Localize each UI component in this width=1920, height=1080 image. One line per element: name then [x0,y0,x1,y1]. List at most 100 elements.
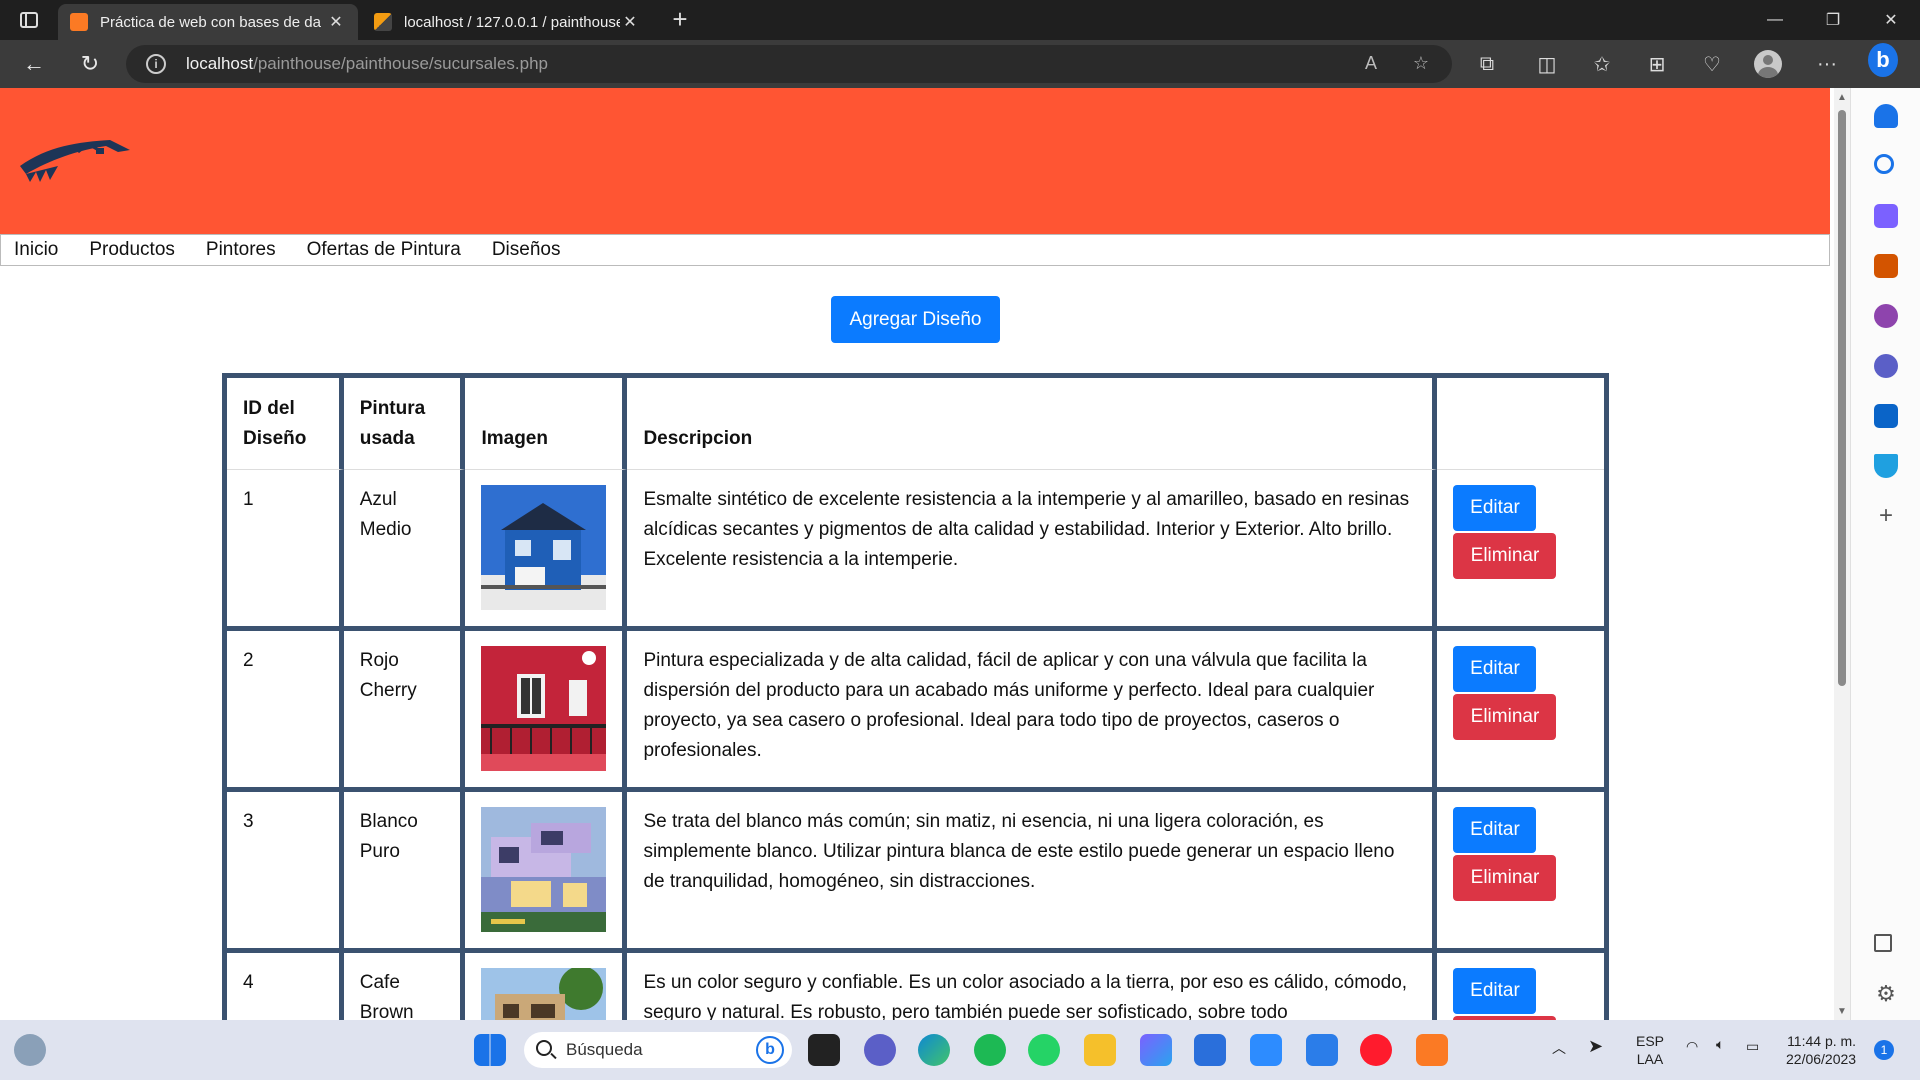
page-scrollbar[interactable]: ▲ ▼ [1834,88,1850,1020]
taskbar-search[interactable]: Búsqueda b [524,1032,792,1068]
address-bar[interactable]: i localhost/painthouse/painthouse/sucurs… [126,45,1452,83]
delete-button[interactable]: Eliminar [1453,694,1557,740]
search-icon[interactable] [1874,154,1894,174]
bing-copilot-icon[interactable]: b [1868,43,1898,77]
read-aloud-icon[interactable]: A [1358,53,1384,75]
clock[interactable]: 11:44 p. m. 22/06/2023 [1786,1032,1856,1068]
edge-browser-icon[interactable] [918,1034,950,1066]
table-row: 2 Rojo Cherry Pintura especializada y de… [227,631,1604,792]
back-icon[interactable]: ← [18,49,50,79]
notification-badge[interactable]: 1 [1874,1040,1894,1060]
language-code: ESP [1636,1033,1665,1049]
favorites-icon[interactable]: ✩ [1587,50,1617,78]
close-tab-icon[interactable]: ✕ [326,12,346,32]
cell-paint: Rojo Cherry [343,631,466,792]
start-windows-icon[interactable] [474,1034,506,1066]
maximize-icon[interactable]: ❐ [1804,0,1862,40]
profile-avatar[interactable] [1753,50,1783,78]
wifi-icon[interactable]: ◠ [1686,1038,1698,1055]
microsoft365-icon[interactable] [1874,354,1898,378]
collections-icon[interactable]: ⊞ [1642,50,1672,78]
tab-title: Práctica de web con bases de da [100,13,321,31]
browser-tab-active[interactable]: Práctica de web con bases de da ✕ [58,4,358,40]
browser-tab-bar: Práctica de web con bases de da ✕ localh… [0,0,1920,40]
notifications-bell-icon[interactable] [1874,104,1898,128]
volume-icon[interactable]: 🔈︎ [1716,1036,1724,1053]
settings-gear-icon[interactable]: ⚙ [1874,982,1898,1006]
close-window-icon[interactable]: ✕ [1862,0,1920,40]
tray-chevron-icon[interactable]: ︿ [1552,1038,1566,1058]
header-banner [0,88,1830,234]
sidebar-layout-icon[interactable] [1874,934,1892,952]
house-brown-image [481,968,607,1020]
add-design-button[interactable]: Agregar Diseño [831,296,1000,343]
delete-button[interactable]: Eliminar [1453,855,1557,901]
location-icon[interactable]: ➤ [1588,1036,1603,1057]
nav-inicio[interactable]: Inicio [14,239,58,261]
edit-button[interactable]: Editar [1453,485,1537,531]
cell-description: Es un color seguro y confiable. Es un co… [627,953,1438,1020]
edit-button[interactable]: Editar [1453,968,1537,1014]
header-description: Descripcion [627,378,1438,470]
xampp-icon[interactable] [1416,1034,1448,1066]
cell-id: 1 [227,470,344,631]
browser-tab-inactive[interactable]: localhost / 127.0.0.1 / painthouse ✕ [362,4,652,40]
cell-actions: Editar Eliminar [1437,953,1604,1020]
zoom-icon[interactable] [1250,1034,1282,1066]
cell-actions: Editar Eliminar [1437,470,1604,631]
battery-icon[interactable]: ▭ [1746,1038,1759,1055]
weather-widget-icon[interactable] [14,1034,46,1066]
split-screen-icon[interactable]: ◫ [1532,50,1562,78]
copilot-icon[interactable] [1140,1034,1172,1066]
scroll-down-icon[interactable]: ▼ [1837,1006,1847,1017]
edit-button[interactable]: Editar [1453,807,1537,853]
nav-pintores[interactable]: Pintores [206,239,276,261]
drop-icon[interactable] [1874,454,1898,478]
scroll-up-icon[interactable]: ▲ [1837,92,1847,103]
painthouse-logo [20,140,130,182]
shopping-tag-icon[interactable] [1874,204,1898,228]
minimize-icon[interactable]: — [1746,0,1804,40]
cell-id: 3 [227,792,344,953]
whatsapp-icon[interactable] [1028,1034,1060,1066]
more-menu-icon[interactable]: ··· [1812,50,1842,78]
task-view-icon[interactable] [808,1034,840,1066]
designs-table: ID del Diseño Pintura usada Imagen Descr… [222,373,1609,1020]
browser-essentials-icon[interactable]: ♡ [1697,50,1727,78]
edit-button[interactable]: Editar [1453,646,1537,692]
file-explorer-icon[interactable] [1084,1034,1116,1066]
table-row: 3 Blanco Puro Se trata del blanco más co… [227,792,1604,953]
notepad-icon[interactable] [1306,1034,1338,1066]
nav-ofertas[interactable]: Ofertas de Pintura [307,239,461,261]
teams-chat-icon[interactable] [864,1034,896,1066]
address-toolbar: ← ↻ i localhost/painthouse/painthouse/su… [0,40,1920,88]
cell-actions: Editar Eliminar [1437,792,1604,953]
language-indicator[interactable]: ESP LAA [1636,1032,1664,1068]
add-sidebar-app-icon[interactable]: + [1874,504,1898,528]
delete-button[interactable]: Eliminar [1453,533,1557,579]
phpmyadmin-favicon-icon [374,13,392,31]
header-actions [1437,378,1604,470]
games-icon[interactable] [1874,304,1898,328]
header-id: ID del Diseño [227,378,344,470]
microsoft-store-icon[interactable] [1194,1034,1226,1066]
site-info-icon[interactable]: i [146,54,166,74]
house-blue-image [481,485,607,610]
refresh-icon[interactable]: ↻ [74,49,106,79]
scrollbar-thumb[interactable] [1838,110,1846,686]
main-nav: Inicio Productos Pintores Ofertas de Pin… [0,234,1830,266]
tools-briefcase-icon[interactable] [1874,254,1898,278]
close-tab-icon[interactable]: ✕ [620,12,640,32]
opera-icon[interactable] [1360,1034,1392,1066]
bing-search-icon[interactable]: b [756,1036,784,1064]
xampp-favicon-icon [70,13,88,31]
extensions-icon[interactable]: ⧉ [1472,50,1502,78]
new-tab-icon[interactable]: + [664,6,696,34]
outlook-icon[interactable] [1874,404,1898,428]
nav-disenos[interactable]: Diseños [492,239,561,261]
tab-actions-icon[interactable] [14,8,44,32]
cell-paint: Blanco Puro [343,792,466,953]
spotify-icon[interactable] [974,1034,1006,1066]
favorite-star-icon[interactable]: ☆ [1408,53,1434,75]
nav-productos[interactable]: Productos [89,239,175,261]
